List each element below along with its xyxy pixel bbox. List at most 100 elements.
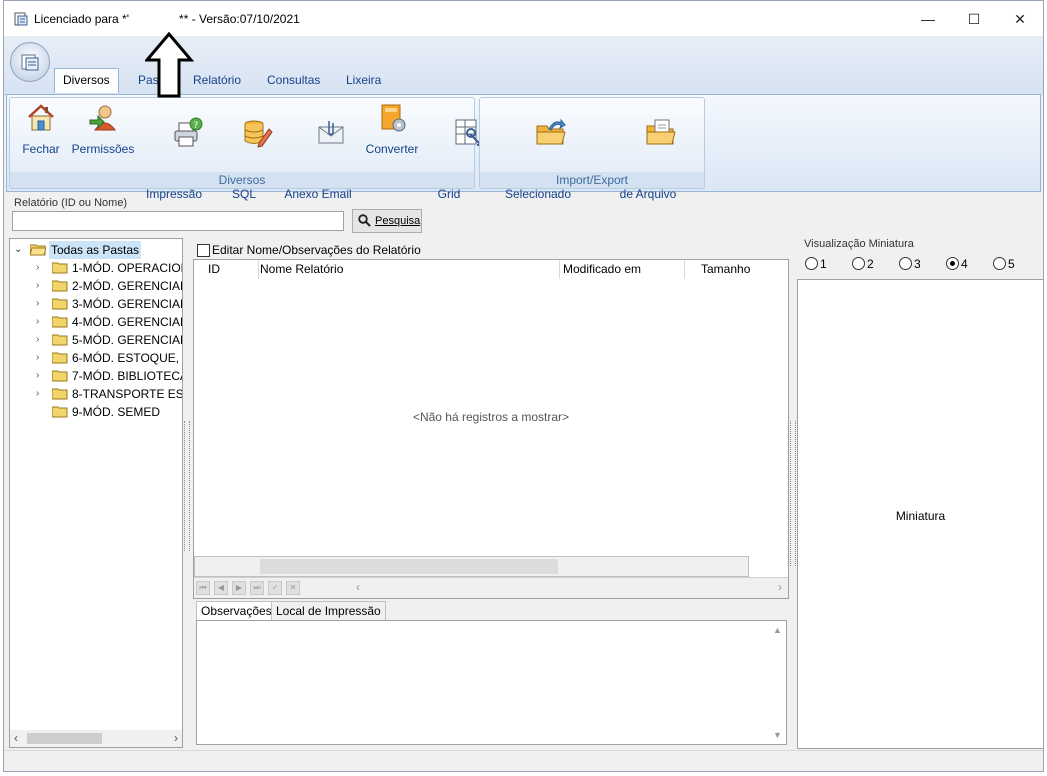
folder-icon — [52, 388, 68, 400]
tree-folder-item[interactable]: › 6-MÓD. ESTOQUE, I — [10, 349, 183, 367]
column-nome-relatorio[interactable]: Nome Relatório — [256, 260, 560, 279]
house-icon — [28, 104, 54, 131]
radio-label: 1 — [820, 257, 827, 271]
tree-folder-item[interactable]: › 8-TRANSPORTE ESC — [10, 385, 183, 403]
radio-label: 4 — [961, 257, 968, 271]
chevron-right-icon[interactable]: › — [36, 295, 46, 313]
estilo-grid-button[interactable]: Estilo Grid — [426, 102, 482, 232]
grid-scroll-thumb[interactable] — [260, 559, 558, 574]
tree-root[interactable]: ⌄ Todas as Pastas — [10, 241, 180, 259]
tree-folder-item[interactable]: › 1-MÓD. OPERACIONAL — [10, 259, 182, 277]
folder-icon — [52, 262, 68, 274]
chevron-right-icon[interactable]: › — [36, 367, 46, 385]
sql-templates-icon — [244, 120, 273, 148]
tree-folder-item[interactable]: › 2-MÓD. GERENCIAL — [10, 277, 183, 295]
user-permissions-icon — [89, 105, 116, 131]
converter-button[interactable]: Converter — [362, 102, 422, 157]
next-record-icon[interactable]: ▶ — [232, 581, 246, 595]
empty-grid-message: <Não há registros a mostrar> — [412, 410, 570, 424]
tree-folder-label: 3-MÓD. GERENCIAL — [72, 297, 183, 311]
column-id[interactable]: ID — [204, 260, 259, 279]
column-tamanho[interactable]: Tamanho — [697, 260, 771, 279]
chevron-right-icon[interactable]: › — [36, 313, 46, 331]
chevron-right-icon[interactable]: › — [36, 277, 46, 295]
folder-icon — [52, 316, 68, 328]
fechar-button[interactable]: Fechar — [16, 102, 66, 157]
cancel-x-icon[interactable]: ✕ — [286, 581, 300, 595]
grid-horizontal-scrollbar[interactable] — [194, 556, 749, 577]
post-check-icon[interactable]: ✓ — [268, 581, 282, 595]
tree-folder-label: 6-MÓD. ESTOQUE, I — [72, 351, 183, 365]
chevron-down-icon[interactable]: ⌄ — [14, 241, 22, 259]
tab-observacoes[interactable]: Observações — [196, 601, 277, 622]
left-splitter[interactable] — [184, 421, 190, 551]
radio-circle-selected[interactable] — [946, 257, 959, 270]
column-modificado-em[interactable]: Modificado em — [559, 260, 685, 279]
tab-diversos[interactable]: Diversos — [54, 68, 119, 93]
tab-lixeira[interactable]: Lixeira — [338, 69, 389, 91]
tree-folder-item[interactable]: › 5-MÓD. GERENCIAL — [10, 331, 182, 349]
tree-folder-item[interactable]: › 4-MÓD. GERENCIAL — [10, 313, 183, 331]
minimize-button[interactable]: — — [905, 7, 951, 31]
search-icon — [358, 214, 371, 227]
chevron-right-icon[interactable]: › — [36, 331, 46, 349]
tree-folder-label: 8-TRANSPORTE ESC — [72, 387, 183, 401]
tree-folder-item[interactable]: 9-MÓD. SEMED — [10, 403, 180, 421]
radio-circle[interactable] — [899, 257, 912, 270]
tree-scroll-thumb[interactable] — [27, 733, 102, 744]
last-record-icon[interactable]: ⏭ — [250, 581, 264, 595]
observacoes-vertical-scrollbar[interactable]: ▲ ▼ — [769, 621, 786, 744]
edit-name-checkbox-label: Editar Nome/Observações do Relatório — [212, 243, 421, 257]
tree-folder-item[interactable]: › 7-MÓD. BIBLIOTECA — [10, 367, 182, 385]
svg-text:?: ? — [194, 121, 199, 131]
application-menu-icon — [21, 54, 39, 71]
importar-relatorio-button[interactable]: Importar Relatorio de Arquivo — [596, 102, 700, 232]
checkbox-box[interactable] — [197, 244, 210, 257]
radio-label: 2 — [867, 257, 874, 271]
import-file-icon — [646, 119, 676, 145]
radio-circle[interactable] — [993, 257, 1006, 270]
nav-scroll-right-icon[interactable]: › — [778, 580, 782, 594]
tree-folder-label: 4-MÓD. GERENCIAL — [72, 315, 183, 329]
open-folder-icon — [30, 244, 46, 256]
grid-navigator: ⏮ ◀ ▶ ⏭ ✓ ✕ ‹ › — [194, 577, 788, 598]
exportar-relatorio-button[interactable]: Exportar Relatório Selecionado — [486, 102, 590, 232]
nav-scroll-left-icon[interactable]: ‹ — [356, 580, 360, 594]
folder-icon — [52, 406, 68, 418]
search-input[interactable] — [12, 211, 344, 231]
maximize-button[interactable]: ☐ — [951, 7, 997, 31]
tree-folder-label: 2-MÓD. GERENCIAL — [72, 279, 183, 293]
radio-label: 5 — [1008, 257, 1015, 271]
scroll-up-icon[interactable]: ▲ — [773, 625, 782, 635]
tab-consultas[interactable]: Consultas — [259, 69, 328, 91]
radio-circle[interactable] — [805, 257, 818, 270]
tree-horizontal-scrollbar[interactable]: ‹ › — [10, 730, 182, 747]
chevron-right-icon[interactable]: › — [36, 385, 46, 403]
printer-icon: ? — [174, 117, 203, 147]
scroll-left-icon[interactable]: ‹ — [14, 731, 18, 745]
scroll-down-icon[interactable]: ▼ — [773, 730, 782, 740]
pesquisa-button[interactable]: Pesquisa — [352, 209, 422, 233]
thumbnail-label: Visualização Miniatura — [804, 238, 914, 250]
convert-icon — [381, 104, 406, 132]
prior-record-icon[interactable]: ◀ — [214, 581, 228, 595]
window-title: Licenciado para *' ** - Versão:07/10/202… — [34, 12, 300, 26]
tree-folder-label: 1-MÓD. OPERACIONAL — [72, 261, 182, 275]
folder-icon — [52, 370, 68, 382]
first-record-icon[interactable]: ⏮ — [196, 581, 210, 595]
folder-tree[interactable]: ⌄ Todas as Pastas › 1-MÓD. OPERACIONAL › 2-… — [9, 238, 183, 748]
report-grid[interactable]: ID Nome Relatório Modificado em Tamanho … — [193, 259, 789, 599]
permissoes-button[interactable]: Permissões — [70, 102, 136, 157]
application-menu-button[interactable] — [10, 42, 50, 82]
right-splitter[interactable] — [790, 421, 796, 566]
close-button[interactable]: ✕ — [997, 7, 1043, 31]
tree-folder-item[interactable]: › 3-MÓD. GERENCIAL — [10, 295, 183, 313]
ribbon-panel: Fechar Permissões ? Local Impress — [6, 94, 1041, 201]
tab-local-impressao[interactable]: Local de Impressão — [271, 601, 386, 622]
radio-circle[interactable] — [852, 257, 865, 270]
chevron-right-icon[interactable]: › — [36, 259, 46, 277]
observacoes-textarea[interactable]: ▲ ▼ — [196, 620, 787, 745]
chevron-right-icon[interactable]: › — [36, 349, 46, 367]
folder-icon — [52, 298, 68, 310]
scroll-right-icon[interactable]: › — [174, 731, 178, 745]
